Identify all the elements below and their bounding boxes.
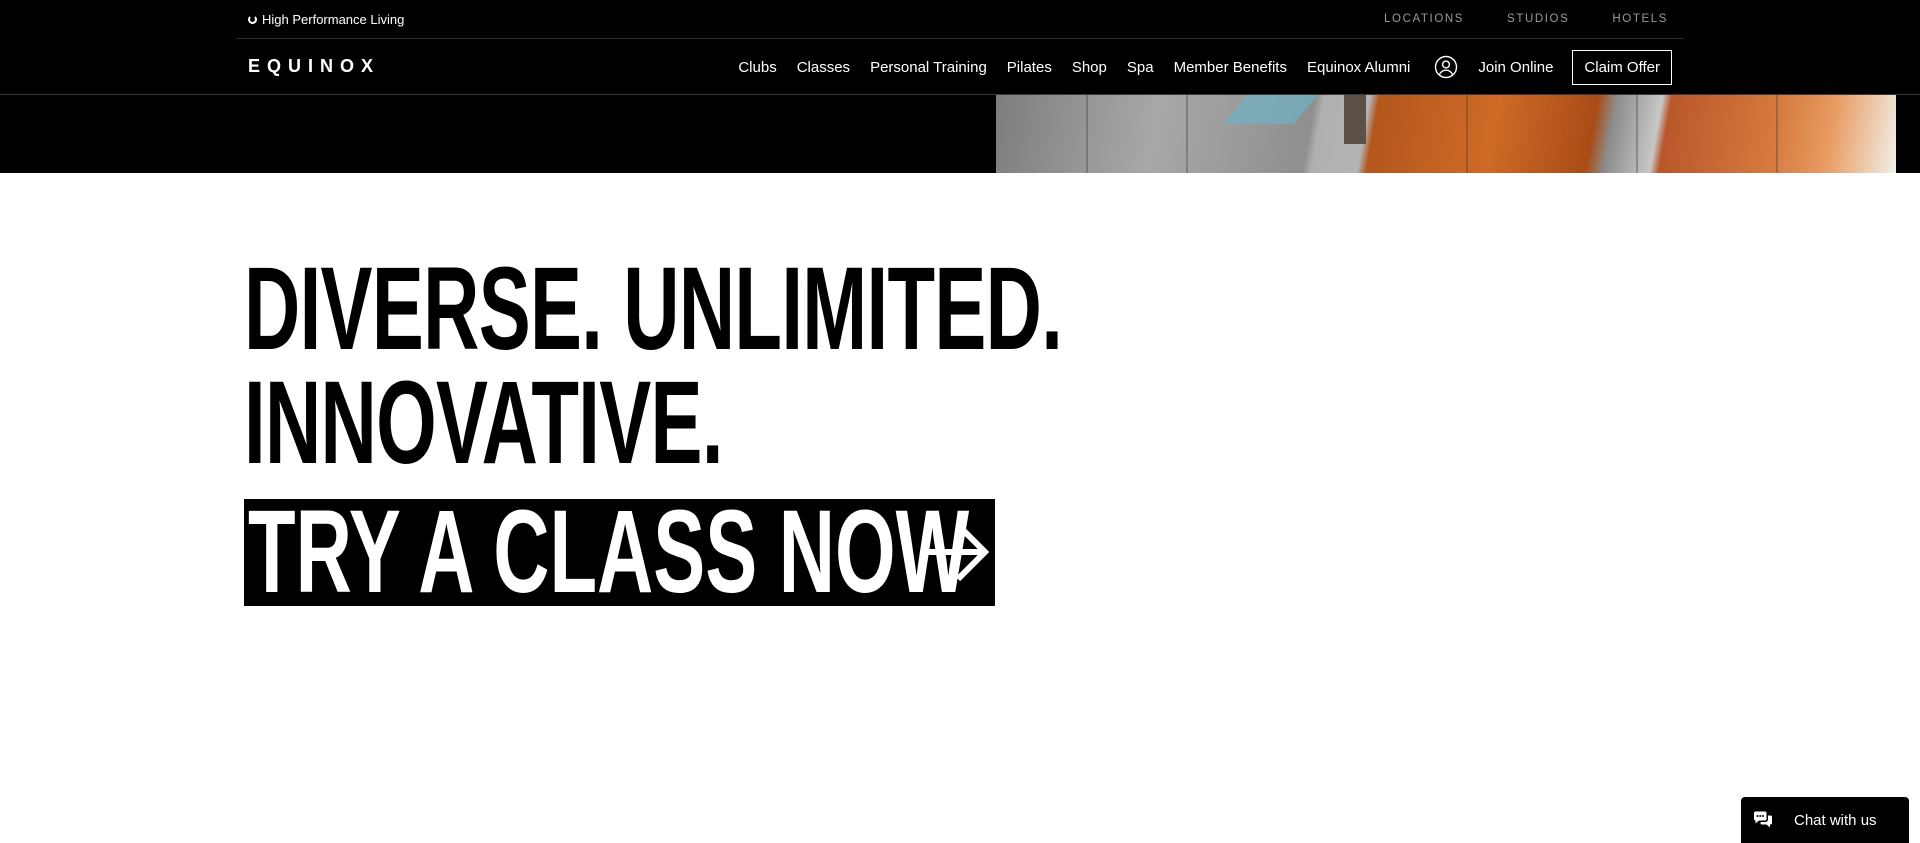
- hero-strip: [0, 94, 1920, 173]
- nav-item-member-benefits[interactable]: Member Benefits: [1174, 59, 1287, 76]
- locations-link[interactable]: LOCATIONS: [1384, 13, 1464, 25]
- try-a-class-button[interactable]: TRY A CLASS NOW: [244, 499, 995, 606]
- hero-image: [996, 94, 1896, 173]
- nav-item-spa[interactable]: Spa: [1127, 59, 1154, 76]
- nav-divider: [0, 94, 1920, 95]
- studios-link[interactable]: STUDIOS: [1507, 13, 1569, 25]
- nav-item-equinox-alumni[interactable]: Equinox Alumni: [1307, 59, 1410, 76]
- nav-item-personal-training[interactable]: Personal Training: [870, 59, 987, 76]
- loading-circle-icon: [248, 15, 257, 24]
- tagline-link[interactable]: High Performance Living: [248, 12, 404, 27]
- utility-links: LOCATIONS STUDIOS HOTELS: [1384, 13, 1668, 25]
- chat-label: Chat with us: [1794, 811, 1877, 829]
- main-nav: EQUINOX Clubs Classes Personal Training …: [236, 38, 1684, 94]
- hero-edge: [1896, 94, 1920, 173]
- site-header: High Performance Living LOCATIONS STUDIO…: [0, 0, 1920, 94]
- nav-item-shop[interactable]: Shop: [1072, 59, 1107, 76]
- chat-button[interactable]: Chat with us: [1741, 797, 1909, 843]
- hero-headline: DIVERSE. UNLIMITED. INNOVATIVE.: [244, 243, 1063, 489]
- nav-links: Clubs Classes Personal Training Pilates …: [738, 49, 1672, 85]
- nav-item-pilates[interactable]: Pilates: [1007, 59, 1052, 76]
- chat-bubbles-icon: [1753, 811, 1773, 829]
- headline-line-1: DIVERSE. UNLIMITED.: [244, 243, 1063, 375]
- utility-bar: High Performance Living LOCATIONS STUDIO…: [236, 0, 1684, 39]
- tagline-text: High Performance Living: [262, 12, 405, 27]
- hero-image-glass: [1223, 94, 1319, 124]
- nav-item-classes[interactable]: Classes: [797, 59, 850, 76]
- nav-item-clubs[interactable]: Clubs: [738, 59, 776, 76]
- headline-line-2: INNOVATIVE.: [244, 357, 723, 489]
- cta-label: TRY A CLASS NOW: [248, 499, 970, 606]
- hotels-link[interactable]: HOTELS: [1612, 13, 1668, 25]
- account-icon[interactable]: [1434, 55, 1458, 79]
- equinox-logo[interactable]: EQUINOX: [248, 56, 380, 77]
- hero-image-post: [1344, 94, 1366, 144]
- claim-offer-button[interactable]: Claim Offer: [1572, 49, 1672, 85]
- join-online-link[interactable]: Join Online: [1478, 59, 1553, 76]
- arrow-right-icon: [922, 519, 992, 585]
